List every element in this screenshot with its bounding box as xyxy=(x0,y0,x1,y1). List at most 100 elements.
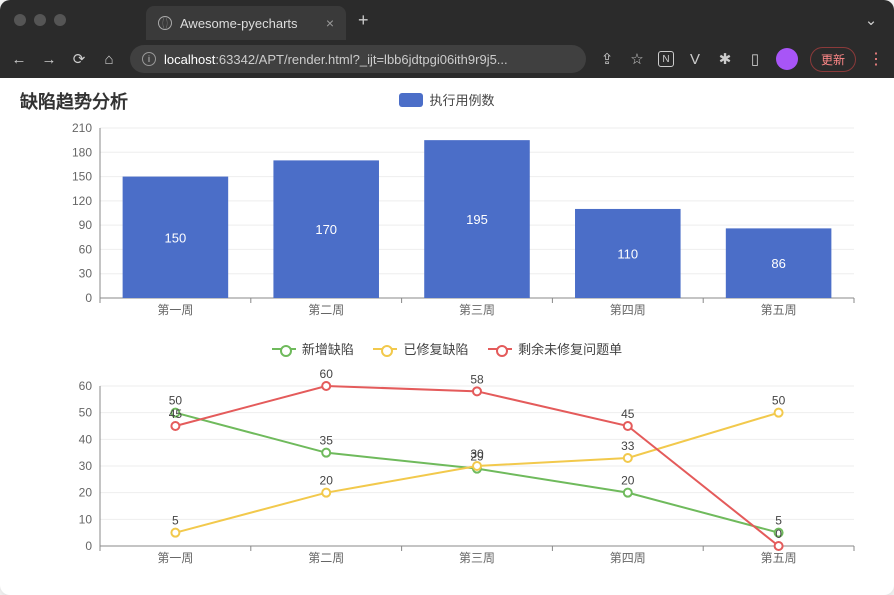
legend-label: 新增缺陷 xyxy=(302,339,354,358)
svg-text:110: 110 xyxy=(617,246,638,261)
home-icon[interactable]: ⌂ xyxy=(100,50,118,68)
svg-text:5: 5 xyxy=(775,514,782,528)
legend-item[interactable]: 剩余未修复问题单 xyxy=(488,339,622,358)
svg-text:第五周: 第五周 xyxy=(761,303,797,317)
traffic-max[interactable] xyxy=(54,14,66,26)
svg-text:45: 45 xyxy=(621,407,635,421)
traffic-min[interactable] xyxy=(34,14,46,26)
legend-swatch xyxy=(399,93,423,107)
svg-text:150: 150 xyxy=(72,169,92,183)
data-point xyxy=(322,489,330,497)
data-point xyxy=(473,387,481,395)
svg-text:0: 0 xyxy=(85,291,92,305)
svg-text:第五周: 第五周 xyxy=(761,551,797,565)
browser-tab[interactable]: Awesome-pyecharts × xyxy=(146,6,346,40)
legend-label: 已修复缺陷 xyxy=(403,339,468,358)
reload-icon[interactable]: ⟳ xyxy=(70,50,88,68)
traffic-close[interactable] xyxy=(14,14,26,26)
data-point xyxy=(624,422,632,430)
svg-text:20: 20 xyxy=(79,486,93,500)
data-point xyxy=(322,449,330,457)
data-point xyxy=(473,462,481,470)
svg-text:第三周: 第三周 xyxy=(459,303,495,317)
svg-text:20: 20 xyxy=(621,474,635,488)
svg-text:210: 210 xyxy=(72,121,92,135)
legend-line-icon xyxy=(373,348,397,350)
svg-text:第二周: 第二周 xyxy=(308,303,344,317)
svg-text:第一周: 第一周 xyxy=(157,303,193,317)
svg-text:86: 86 xyxy=(771,256,785,271)
svg-text:第一周: 第一周 xyxy=(157,551,193,565)
legend-item[interactable]: 新增缺陷 xyxy=(272,339,354,358)
globe-icon xyxy=(158,16,172,30)
svg-text:50: 50 xyxy=(169,394,183,408)
data-point xyxy=(775,542,783,550)
url-host: localhost xyxy=(164,52,215,67)
svg-text:0: 0 xyxy=(85,539,92,553)
data-point xyxy=(171,422,179,430)
share-icon[interactable]: ⇪ xyxy=(598,50,616,68)
url-path: :63342/APT/render.html?_ijt=lbb6jdtpgi06… xyxy=(215,52,507,67)
svg-text:60: 60 xyxy=(79,242,93,256)
line-chart: 0102030405060第一周第二周第三周第四周第五周503529205520… xyxy=(20,366,874,576)
address-bar: ← → ⟳ ⌂ i localhost:63342/APT/render.htm… xyxy=(0,40,894,78)
menu-icon[interactable]: ⋮ xyxy=(868,49,884,69)
svg-text:30: 30 xyxy=(470,447,484,461)
url-input[interactable]: i localhost:63342/APT/render.html?_ijt=l… xyxy=(130,45,586,73)
titlebar: Awesome-pyecharts × + ⌄ xyxy=(0,0,894,40)
svg-text:170: 170 xyxy=(315,222,337,237)
svg-text:第二周: 第二周 xyxy=(308,551,344,565)
svg-text:58: 58 xyxy=(470,372,484,386)
legend-label: 执行用例数 xyxy=(429,90,494,109)
legend-label: 剩余未修复问题单 xyxy=(518,339,622,358)
svg-text:第四周: 第四周 xyxy=(610,303,646,317)
close-icon[interactable]: × xyxy=(326,15,334,31)
svg-text:20: 20 xyxy=(320,474,334,488)
svg-text:50: 50 xyxy=(79,406,93,420)
svg-text:33: 33 xyxy=(621,439,635,453)
svg-text:35: 35 xyxy=(320,434,334,448)
svg-text:60: 60 xyxy=(320,367,334,381)
svg-text:120: 120 xyxy=(72,193,92,207)
page-content: 缺陷趋势分析 执行用例数 0306090120150180210150第一周17… xyxy=(0,78,894,595)
data-point xyxy=(624,489,632,497)
tab-title: Awesome-pyecharts xyxy=(180,16,298,31)
forward-icon[interactable]: → xyxy=(40,50,58,68)
svg-text:90: 90 xyxy=(79,218,93,232)
legend-item[interactable]: 已修复缺陷 xyxy=(373,339,468,358)
panel-icon[interactable]: ▯ xyxy=(746,50,764,68)
svg-text:10: 10 xyxy=(79,512,93,526)
back-icon[interactable]: ← xyxy=(10,50,28,68)
svg-text:30: 30 xyxy=(79,266,93,280)
avatar[interactable] xyxy=(776,48,798,70)
svg-text:150: 150 xyxy=(165,230,187,245)
svg-text:45: 45 xyxy=(169,407,183,421)
svg-text:180: 180 xyxy=(72,145,92,159)
svg-text:5: 5 xyxy=(172,514,179,528)
star-icon[interactable]: ☆ xyxy=(628,50,646,68)
bar-legend: 执行用例数 xyxy=(20,90,874,110)
svg-text:30: 30 xyxy=(79,459,93,473)
chevron-down-icon[interactable]: ⌄ xyxy=(862,11,880,29)
legend-line-icon xyxy=(488,348,512,350)
svg-text:第三周: 第三周 xyxy=(459,551,495,565)
traffic-lights xyxy=(14,14,66,26)
svg-text:0: 0 xyxy=(775,527,782,541)
browser-window: Awesome-pyecharts × + ⌄ ← → ⟳ ⌂ i localh… xyxy=(0,0,894,595)
svg-text:40: 40 xyxy=(79,432,93,446)
info-icon: i xyxy=(142,52,156,66)
svg-text:195: 195 xyxy=(466,212,488,227)
legend-item[interactable]: 执行用例数 xyxy=(399,90,494,109)
line-legend: 新增缺陷 已修复缺陷 剩余未修复问题单 xyxy=(20,338,874,359)
data-point xyxy=(322,382,330,390)
bar-chart: 0 30 60 90 120 150 180 210 150 第一周 170 第二周 195 第三周 110… xyxy=(20,118,874,328)
v-icon[interactable]: V xyxy=(686,50,704,68)
notion-icon[interactable]: N xyxy=(658,51,674,67)
update-button[interactable]: 更新 xyxy=(810,47,856,72)
new-tab-button[interactable]: + xyxy=(346,10,381,31)
data-point xyxy=(171,529,179,537)
extensions-icon[interactable]: ✱ xyxy=(716,50,734,68)
svg-text:50: 50 xyxy=(772,394,786,408)
legend-line-icon xyxy=(272,348,296,350)
svg-text:第四周: 第四周 xyxy=(610,551,646,565)
